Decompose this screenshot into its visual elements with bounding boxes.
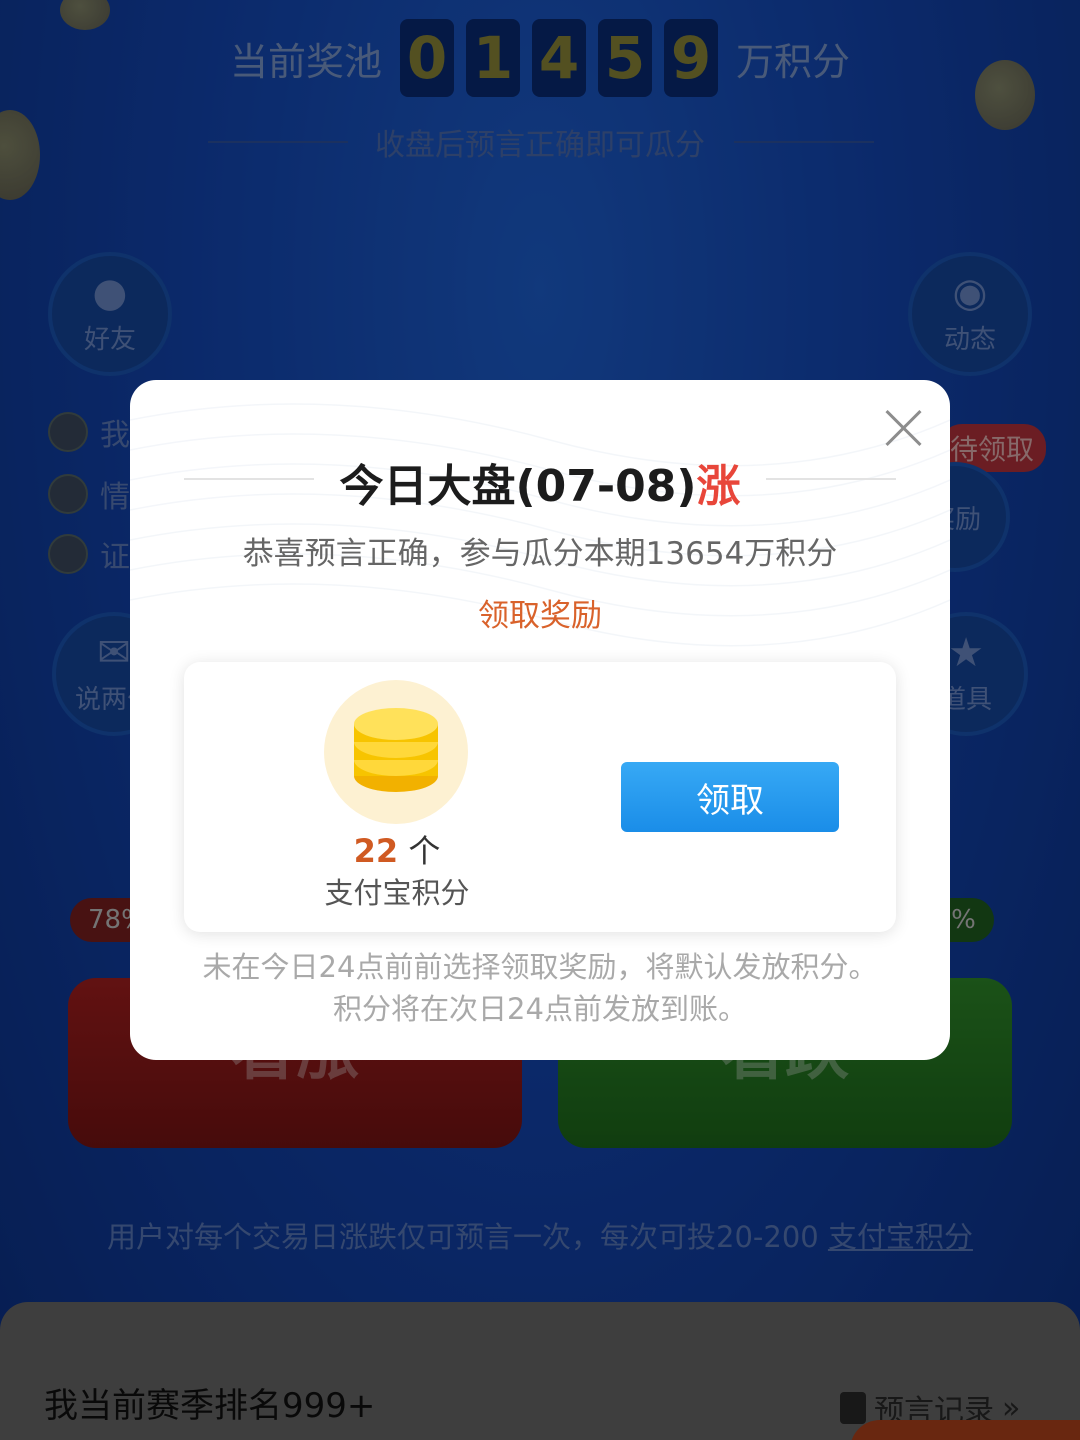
reward-modal: 今日大盘(07-08)涨 恭喜预言正确，参与瓜分本期13654万积分 领取奖励 … — [130, 380, 950, 1060]
claim-reward-link[interactable]: 领取奖励 — [130, 590, 950, 635]
reward-amount: 22 — [353, 832, 399, 870]
claim-notice: 未在今日24点前前选择领取奖励，将默认发放积分。积分将在次日24点前发放到账。 — [202, 950, 878, 1026]
congrats-text: 恭喜预言正确，参与瓜分本期13654万积分 — [242, 536, 838, 572]
reward-card: 22 个 支付宝积分 领取 — [184, 662, 896, 932]
reward-amount-row: 22 个 — [272, 826, 522, 872]
modal-title: 今日大盘(07-08)涨 — [130, 450, 950, 514]
reward-unit: 个 — [408, 832, 441, 870]
title-result: 涨 — [696, 461, 741, 512]
close-button[interactable] — [884, 408, 924, 448]
title-date: 今日大盘(07-08) — [339, 461, 697, 512]
reward-name: 支付宝积分 — [324, 876, 470, 910]
coin-stack-icon — [324, 680, 468, 824]
claim-button[interactable]: 领取 — [621, 762, 839, 832]
